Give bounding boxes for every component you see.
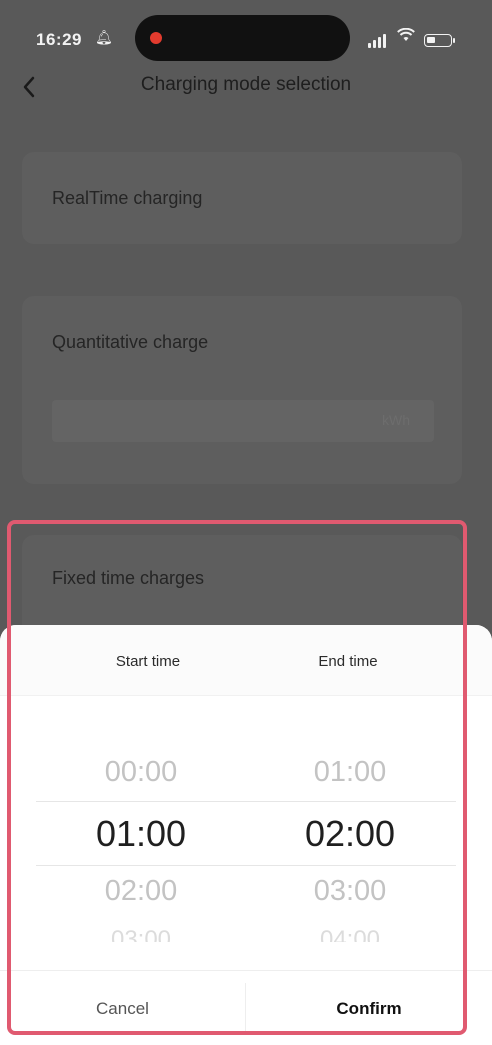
mode-label-fixed-time: Fixed time charges — [52, 568, 205, 588]
battery-icon — [424, 34, 455, 47]
mode-card-realtime[interactable]: RealTime charging — [22, 152, 462, 244]
picker-header: Start time End time — [0, 625, 492, 696]
end-time-option[interactable]: 03:00 — [270, 875, 430, 908]
selection-line-top — [36, 801, 456, 802]
status-time: 16:29 — [36, 30, 82, 49]
page-title: Charging mode selection — [140, 74, 352, 95]
start-time-selected[interactable]: 01:00 — [61, 813, 221, 855]
start-time-header: Start time — [115, 653, 181, 670]
quantity-unit: kWh — [382, 412, 410, 428]
confirm-button[interactable]: Confirm — [246, 971, 492, 1045]
wifi-icon — [397, 27, 415, 47]
cancel-button[interactable]: Cancel — [0, 971, 245, 1045]
dynamic-island — [135, 15, 350, 61]
mode-card-fixed-time[interactable]: Fixed time charges — [22, 535, 462, 625]
end-time-selected[interactable]: 02:00 — [270, 813, 430, 855]
quantity-input[interactable]: kWh — [52, 400, 434, 442]
end-time-option[interactable]: 04:00 — [270, 926, 430, 942]
mode-label-realtime: RealTime charging — [52, 188, 203, 208]
cellular-signal-icon — [368, 34, 388, 48]
start-time-option[interactable]: 00:00 — [61, 756, 221, 789]
end-time-header: End time — [318, 653, 378, 670]
mode-label-quantitative: Quantitative charge — [52, 332, 209, 352]
time-picker-sheet: Start time End time 00:00 01:00 02:00 03… — [0, 625, 492, 1045]
start-time-option[interactable]: 02:00 — [61, 875, 221, 908]
start-time-option[interactable]: 03:00 — [61, 926, 221, 942]
recording-dot-icon — [150, 32, 162, 44]
bell-muted-icon: 🔔︎ — [95, 29, 113, 45]
mode-card-quantitative[interactable]: Quantitative charge kWh — [22, 296, 462, 484]
picker-actions: Cancel Confirm — [0, 970, 492, 1045]
selection-line-bottom — [36, 865, 456, 866]
screen: 16:29 🔔︎ Charging mode selection RealTim… — [0, 0, 492, 1045]
end-time-option[interactable]: 01:00 — [270, 756, 430, 789]
